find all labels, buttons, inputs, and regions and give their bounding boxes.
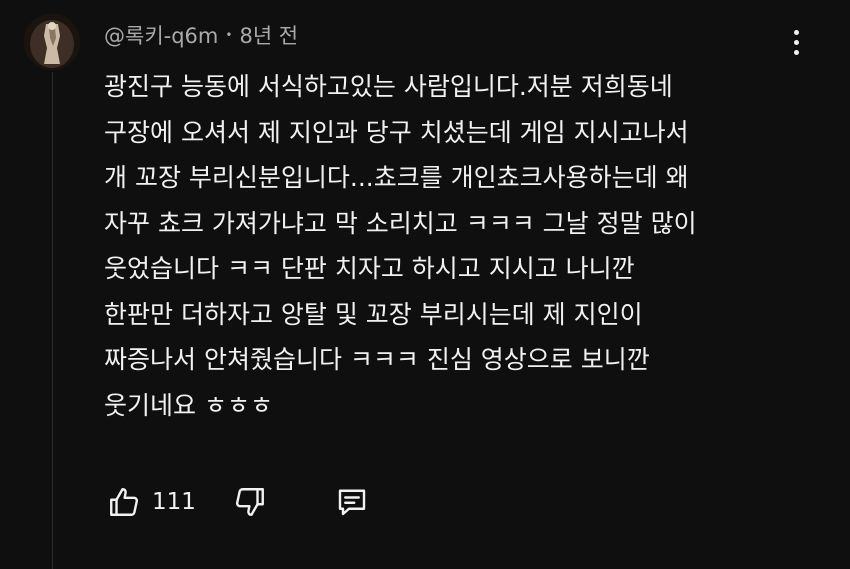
comment-line: 구장에 오셔서 제 지인과 당구 치셨는데 게임 지시고나서 — [104, 117, 689, 147]
reply-button[interactable] — [332, 482, 372, 522]
avatar-image — [24, 14, 80, 70]
comment-line: 개 꼬장 부리신분입니다...쵸크를 개인쵸크사용하는데 왜 — [104, 163, 689, 192]
comment-body: 광진구 능동에 서식하고있는 사람입니다.저분 저희동네 구장에 오셔서 제 지… — [104, 64, 824, 428]
like-count: 111 — [152, 489, 196, 515]
comment-line: 짜증나서 안쳐줬습니다 ㅋㅋㅋ 진심 영상으로 보니깐 — [104, 345, 650, 374]
avatar[interactable] — [24, 14, 80, 70]
comment-timestamp[interactable]: 8년 전 — [239, 20, 298, 50]
comment-actions: 111 — [104, 480, 372, 524]
author-name[interactable]: @록키-q6m — [104, 20, 218, 50]
comment-icon — [338, 489, 366, 516]
more-vertical-icon-dot-2 — [793, 39, 799, 45]
comment-line: 웃었습니다 ㅋㅋ 단판 치자고 하시고 지시고 나니깐 — [104, 254, 635, 283]
thumbs-up-icon — [110, 488, 139, 516]
more-vertical-icon-dot-3 — [793, 49, 799, 55]
more-options-button[interactable] — [782, 24, 810, 60]
dislike-button[interactable] — [230, 482, 270, 522]
comment-line: 웃기네요 ㅎㅎㅎ — [104, 390, 273, 420]
more-vertical-icon — [793, 29, 799, 35]
thumbs-down-icon — [235, 488, 264, 516]
comment-line: 한판만 더하자고 앙탈 및 꼬장 부리시는데 제 지인이 — [104, 299, 643, 329]
comment-line: 자꾸 쵸크 가져가냐고 막 소리치고 ㅋㅋㅋ 그날 정말 많이 — [104, 208, 697, 238]
like-button[interactable] — [104, 482, 144, 522]
comment-header: @록키-q6m • 8년 전 — [104, 20, 298, 50]
comment-line: 광진구 능동에 서식하고있는 사람입니다.저분 저희동네 — [104, 72, 673, 101]
thread-line — [52, 72, 53, 569]
header-separator: • — [225, 28, 233, 42]
comment-thread: @록키-q6m • 8년 전 광진구 능동에 서식하고있는 사람입니다.저분 저… — [0, 0, 850, 569]
